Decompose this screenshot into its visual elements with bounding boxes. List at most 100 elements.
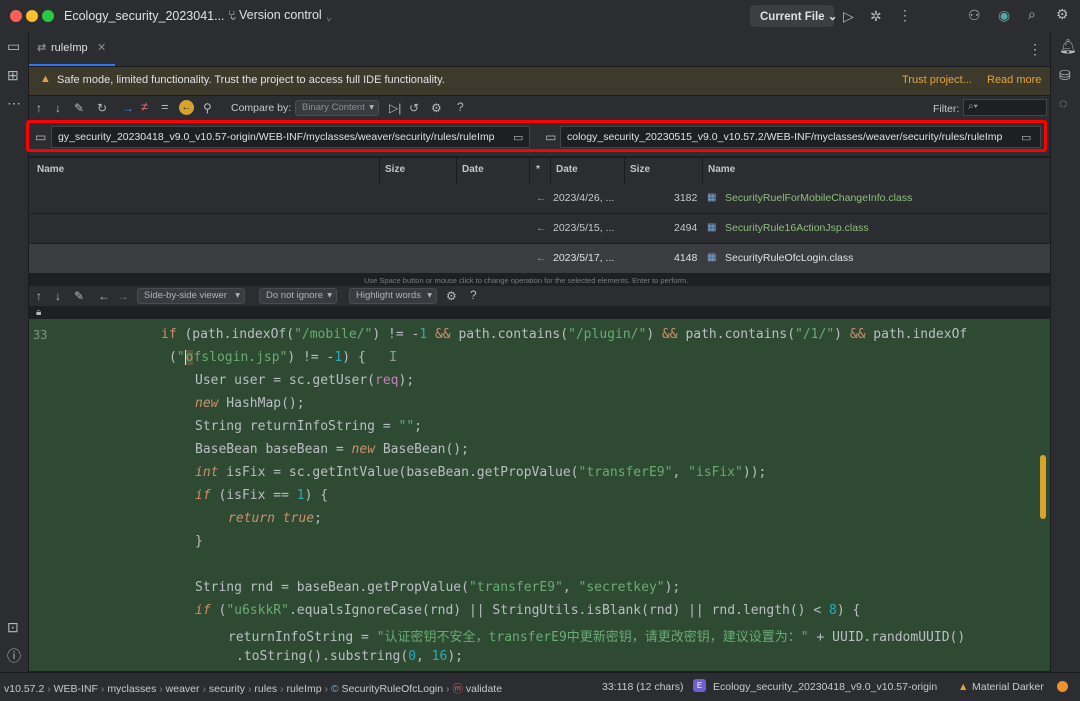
table-row-selected[interactable]: ← 2023/5/17, ... 4148 ▦ SecurityRuleOfcL… [29, 244, 1050, 273]
show-equal-icon[interactable]: = [161, 100, 169, 114]
diff-icon: ⇄ [37, 42, 47, 54]
code-line: return true; [228, 511, 322, 526]
problems-icon[interactable]: ⓘ [7, 649, 21, 663]
title-bar: Ecology_security_2023041... ⌄ ⑂ Version … [0, 0, 1080, 33]
show-right-only-icon[interactable]: → [122, 101, 134, 115]
read-more-link[interactable]: Read more [987, 74, 1041, 86]
class-icon: © [330, 683, 339, 695]
forward-icon[interactable]: → [117, 289, 129, 303]
sync-scroll-icon[interactable]: ▷| [389, 101, 401, 115]
edit-pencil-icon[interactable]: ✎ [74, 101, 84, 115]
right-browse-icon[interactable]: ▭ [1021, 131, 1031, 145]
tab-ruleimp[interactable]: ⇄ ruleImp ✕ [29, 32, 115, 66]
edit-source-icon[interactable]: ✎ [74, 289, 84, 303]
notifications-bell-icon[interactable]: 🔔︎ [1059, 39, 1077, 53]
filter-search-icon: ⌕▾ [968, 101, 978, 112]
class-file-icon: ▦ [707, 252, 717, 263]
vcs-selector[interactable]: ⑂ Version control ⌄ [228, 8, 333, 22]
line-number: 33 [33, 328, 48, 342]
right-tool-strip: 🔔︎ ⛁ ◌ [1050, 32, 1080, 672]
ai-assistant-icon[interactable]: ◉ [998, 8, 1010, 22]
maximize-window-button[interactable] [42, 10, 54, 22]
help-icon[interactable]: ? [457, 100, 464, 114]
highlight-select[interactable]: Highlight words [349, 288, 437, 304]
diff-help-icon[interactable]: ? [470, 288, 477, 302]
refresh-icon[interactable]: ↻ [97, 101, 107, 115]
table-row[interactable]: ← 2023/5/15, ... 2494 ▦ SecurityRule16Ac… [29, 214, 1050, 243]
code-line: String returnInfoString = ""; [195, 419, 422, 434]
ignore-select[interactable]: Do not ignore [259, 288, 337, 304]
project-folder-icon[interactable]: ▭ [7, 39, 20, 53]
diff-table: ← 2023/4/26, ... 3182 ▦ SecurityRuelForM… [29, 184, 1050, 273]
code-line: if (isFix == 1) { [195, 488, 329, 503]
scrollbar-thumb[interactable] [1040, 455, 1046, 519]
code-line: ("ofslogin.jsp") != -1) { I [169, 350, 397, 365]
settings-gear-icon[interactable]: ⚙ [1056, 7, 1069, 21]
search-icon[interactable]: ⌕ [1028, 7, 1036, 21]
close-tab-icon[interactable]: ✕ [97, 41, 106, 54]
left-path-field[interactable]: gy_security_20230418_v9.0_v10.57-origin/… [51, 126, 530, 148]
col-size-left[interactable]: Size [385, 164, 405, 175]
banner-message: Safe mode, limited functionality. Trust … [57, 74, 445, 86]
right-path-field[interactable]: cology_security_20230515_v9.0_v10.57.2/W… [560, 126, 1041, 148]
terminal-icon[interactable]: ⊡ [7, 620, 19, 634]
next-diff-icon[interactable]: ↓ [55, 289, 61, 303]
show-left-only-icon[interactable]: ← [179, 100, 194, 115]
class-file-icon: ▦ [707, 222, 717, 233]
trust-project-link[interactable]: Trust project... [902, 74, 972, 86]
left-folder-icon: ▭ [35, 130, 47, 144]
operation-arrow[interactable]: ← [536, 252, 547, 264]
filter-settings-icon[interactable]: ⚙ [431, 101, 442, 115]
person-icon[interactable]: ⚲ [203, 101, 212, 115]
theme-icon: ▲ [958, 681, 969, 693]
run-config-selector[interactable]: Current File ⌄ [750, 5, 837, 27]
left-browse-icon[interactable]: ▭ [513, 131, 523, 145]
theme-name[interactable]: Material Darker [972, 681, 1044, 693]
prev-diff-icon[interactable]: ↑ [36, 289, 42, 303]
line-gutter: 33 [29, 319, 63, 671]
run-icon[interactable]: ▷ [843, 9, 854, 23]
method-icon: ⓜ [452, 683, 463, 695]
diff-settings-icon[interactable]: ⚙ [446, 289, 457, 303]
code-editor[interactable]: 33 if (path.indexOf("/mobile/") != -1 &&… [29, 319, 1050, 671]
project-selector[interactable]: Ecology_security_2023041... ⌄ [64, 8, 239, 23]
add-user-icon[interactable]: ⚇ [968, 8, 981, 22]
col-date-left[interactable]: Date [462, 164, 484, 175]
table-row[interactable]: ← 2023/4/26, ... 3182 ▦ SecurityRuelForM… [29, 184, 1050, 213]
col-name-left[interactable]: Name [37, 164, 64, 175]
close-window-button[interactable] [10, 10, 22, 22]
viewer-select[interactable]: Side-by-side viewer [137, 288, 245, 304]
operation-arrow[interactable]: ← [536, 222, 547, 234]
tab-options-icon[interactable]: ⋮ [1028, 42, 1042, 56]
col-operation[interactable]: * [536, 164, 540, 175]
filter-label: Filter: [933, 103, 960, 115]
operation-arrow[interactable]: ← [536, 192, 547, 204]
project-name[interactable]: Ecology_security_20230418_v9.0_v10.57-or… [713, 681, 937, 693]
code-with-me-icon[interactable]: ◌ [1059, 96, 1067, 110]
col-date-right[interactable]: Date [556, 164, 578, 175]
more-actions-icon[interactable]: ⋮ [898, 8, 912, 22]
class-file-icon: ▦ [707, 192, 717, 203]
structure-icon[interactable]: ⊞ [7, 68, 19, 82]
warning-icon: ▲ [40, 73, 51, 85]
editor-tab-bar: ⇄ ruleImp ✕ ⋮ [29, 32, 1050, 67]
table-header: Name Size Date * Date Size Name [29, 157, 1050, 185]
arrow-up-icon[interactable]: ↑ [36, 101, 42, 115]
caret-position[interactable]: 33:118 (12 chars) [602, 681, 684, 693]
database-icon[interactable]: ⛁ [1059, 68, 1071, 82]
back-icon[interactable]: ← [98, 289, 110, 303]
arrow-down-icon[interactable]: ↓ [55, 101, 61, 115]
minimize-window-button[interactable] [26, 10, 38, 22]
code-line: int isFix = sc.getIntValue(baseBean.getP… [195, 465, 767, 480]
col-name-right[interactable]: Name [708, 164, 735, 175]
debug-icon[interactable]: ✲ [870, 9, 882, 23]
show-different-icon[interactable]: ≠ [141, 100, 148, 114]
status-indicator-icon[interactable] [1057, 681, 1068, 692]
more-tools-icon[interactable]: ⋯ [7, 96, 21, 110]
breadcrumb[interactable]: v10.57.2 › WEB-INF › myclasses › weaver … [4, 681, 502, 696]
status-bar: v10.57.2 › WEB-INF › myclasses › weaver … [0, 672, 1080, 701]
col-size-right[interactable]: Size [630, 164, 650, 175]
filter-input[interactable]: ⌕▾ [963, 99, 1047, 116]
refresh-compare-icon[interactable]: ↺ [409, 101, 419, 115]
compare-mode-select[interactable]: Binary Content [295, 100, 379, 116]
